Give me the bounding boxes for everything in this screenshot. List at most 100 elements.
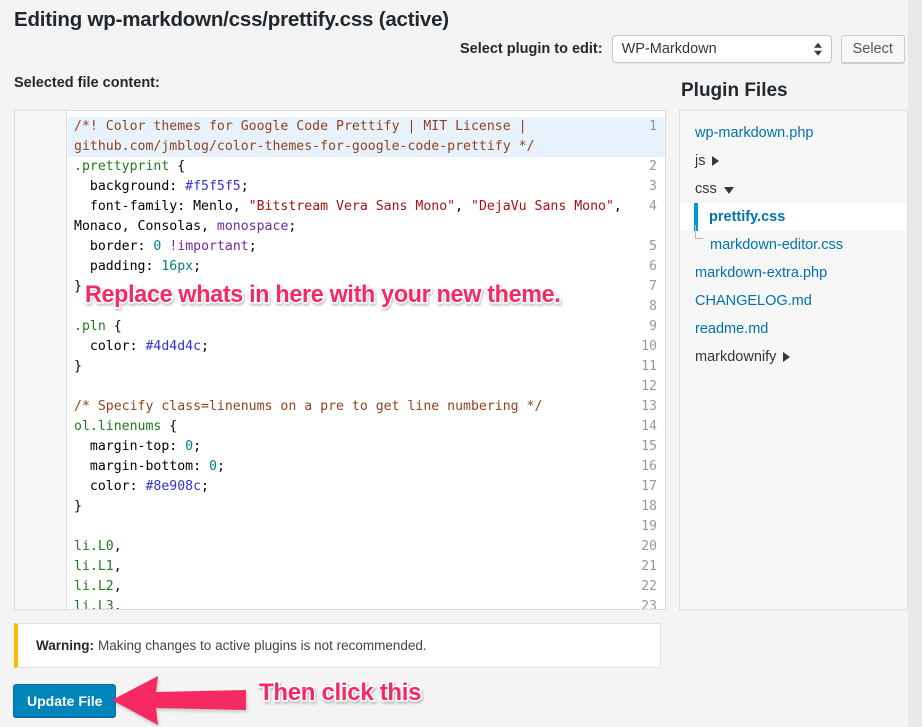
code-token: github.com/jmblog/color-themes-for-googl… xyxy=(74,139,535,154)
warning-text: Making changes to active plugins is not … xyxy=(98,638,427,653)
file-list-item-markdownify[interactable]: markdownify xyxy=(680,343,907,371)
code-line: /*! Color themes for Google Code Prettif… xyxy=(74,117,527,137)
code-line: ol.linenums { xyxy=(74,417,177,437)
code-token: ; xyxy=(193,439,202,454)
file-list-item-wp-markdown-php[interactable]: wp-markdown.php xyxy=(680,119,907,147)
line-number: 9 xyxy=(649,319,657,334)
update-file-button[interactable]: Update File xyxy=(13,684,117,717)
file-item-label: markdown-editor.css xyxy=(710,237,843,253)
line-number: 12 xyxy=(641,379,657,394)
selected-file-content-label: Selected file content: xyxy=(14,75,160,91)
line-number: 17 xyxy=(641,479,657,494)
file-list-item-changelog-md[interactable]: CHANGELOG.md xyxy=(680,287,907,315)
code-line: .prettyprint { xyxy=(74,157,185,177)
code-token: , xyxy=(113,559,122,574)
line-number: 16 xyxy=(641,459,657,474)
file-item-label: prettify.css xyxy=(709,209,786,225)
line-number: 6 xyxy=(649,259,657,274)
code-token: ; xyxy=(288,219,297,234)
code-token: } xyxy=(74,359,82,374)
code-token: li.L2 xyxy=(74,579,114,594)
code-line: li.L2, xyxy=(74,577,122,597)
chevron-down-icon[interactable] xyxy=(723,186,734,194)
code-line: github.com/jmblog/color-themes-for-googl… xyxy=(74,137,535,157)
code-token: { xyxy=(105,319,122,334)
chevron-right-icon[interactable] xyxy=(783,352,791,362)
page-title: Editing wp-markdown/css/prettify.css (ac… xyxy=(14,8,449,31)
plugin-selector-label: Select plugin to edit: xyxy=(460,41,603,57)
line-number: 20 xyxy=(641,539,657,554)
code-token: "Bitstream Vera Sans Mono" xyxy=(248,199,456,214)
file-list-item-markdown-extra-php[interactable]: markdown-extra.php xyxy=(680,259,907,287)
file-list-item-markdown-editor-css[interactable]: markdown-editor.css xyxy=(680,225,907,259)
file-list-item-readme-md[interactable]: readme.md xyxy=(680,315,907,343)
file-item-label: js xyxy=(695,153,706,169)
code-token: , xyxy=(613,199,622,214)
code-token: font-family: Menlo, xyxy=(74,199,249,214)
chevron-right-icon[interactable] xyxy=(712,156,720,166)
line-number: 8 xyxy=(649,299,657,314)
line-number: 14 xyxy=(641,419,657,434)
code-line: border: 0 !important; xyxy=(74,237,257,257)
file-list-item-js[interactable]: js xyxy=(680,147,907,175)
code-editor[interactable]: 1 /*! Color themes for Google Code Pretti… xyxy=(14,110,666,610)
code-token: ol.linenums xyxy=(74,419,162,434)
code-token: li.L3 xyxy=(74,599,114,610)
line-number: 22 xyxy=(641,579,657,594)
code-token: padding: xyxy=(74,259,162,274)
code-line: padding: 16px; xyxy=(74,257,201,277)
code-token: 0 xyxy=(185,439,194,454)
code-line: } xyxy=(74,497,82,517)
line-number: 21 xyxy=(641,559,657,574)
line-number: 7 xyxy=(649,279,657,294)
code-token: border: xyxy=(74,239,154,254)
code-line: .pln { xyxy=(74,317,122,337)
code-token: , xyxy=(113,539,122,554)
code-line: background: #f5f5f5; xyxy=(74,177,249,197)
code-token: ; xyxy=(201,339,209,354)
code-token: ; xyxy=(216,459,225,474)
line-number: 13 xyxy=(641,399,657,414)
code-line: Monaco, Consolas, monospace; xyxy=(74,217,296,237)
code-token: monospace xyxy=(216,219,289,234)
code-line: font-family: Menlo, "Bitstream Vera Sans… xyxy=(74,197,622,217)
code-token: Monaco, Consolas, xyxy=(74,219,217,234)
tree-branch-icon xyxy=(695,225,703,239)
code-line: margin-top: 0; xyxy=(74,437,201,457)
file-list-item-css[interactable]: css xyxy=(680,175,907,203)
plugin-files-list: wp-markdown.php js css prettify.css markdown… xyxy=(679,110,908,610)
code-token: ; xyxy=(201,479,209,494)
code-line: } xyxy=(74,277,82,297)
file-item-label: markdown-extra.php xyxy=(695,265,828,281)
file-list-item-prettify-css[interactable]: prettify.css xyxy=(680,203,907,231)
code-line: } xyxy=(74,357,82,377)
line-number: 18 xyxy=(641,499,657,514)
code-token: #8e908c xyxy=(145,479,202,494)
code-token: #4d4d4c xyxy=(145,339,202,354)
code-token: , xyxy=(113,579,122,594)
code-token: color: xyxy=(74,479,146,494)
line-number: 23 xyxy=(641,599,657,610)
code-token: 0 xyxy=(208,459,217,474)
code-token: } xyxy=(74,499,82,514)
code-token: .pln xyxy=(74,319,106,334)
code-token: .prettyprint xyxy=(74,159,170,174)
code-token: #f5f5f5 xyxy=(185,179,241,194)
code-token: , xyxy=(455,199,471,214)
plugin-select-dropdown[interactable]: WP-Markdown xyxy=(611,35,832,63)
warning-notice: Warning: Making changes to active plugins… xyxy=(14,623,661,668)
code-token: ; xyxy=(248,239,257,254)
select-button[interactable]: Select xyxy=(840,35,905,63)
code-token: "DejaVu Sans Mono" xyxy=(471,199,614,214)
code-line: li.L1, xyxy=(74,557,122,577)
code-token: margin-top: xyxy=(74,439,186,454)
code-token: ; xyxy=(240,179,249,194)
plugin-files-heading: Plugin Files xyxy=(681,80,788,101)
file-item-label: CHANGELOG.md xyxy=(695,293,812,309)
code-token: li.L1 xyxy=(74,559,114,574)
line-number: 2 xyxy=(649,159,657,174)
code-token: background: xyxy=(74,179,186,194)
code-token: !important xyxy=(169,239,249,254)
line-number: 1 xyxy=(649,119,657,134)
code-token: /*! Color themes for Google Code Prettif… xyxy=(74,119,527,134)
